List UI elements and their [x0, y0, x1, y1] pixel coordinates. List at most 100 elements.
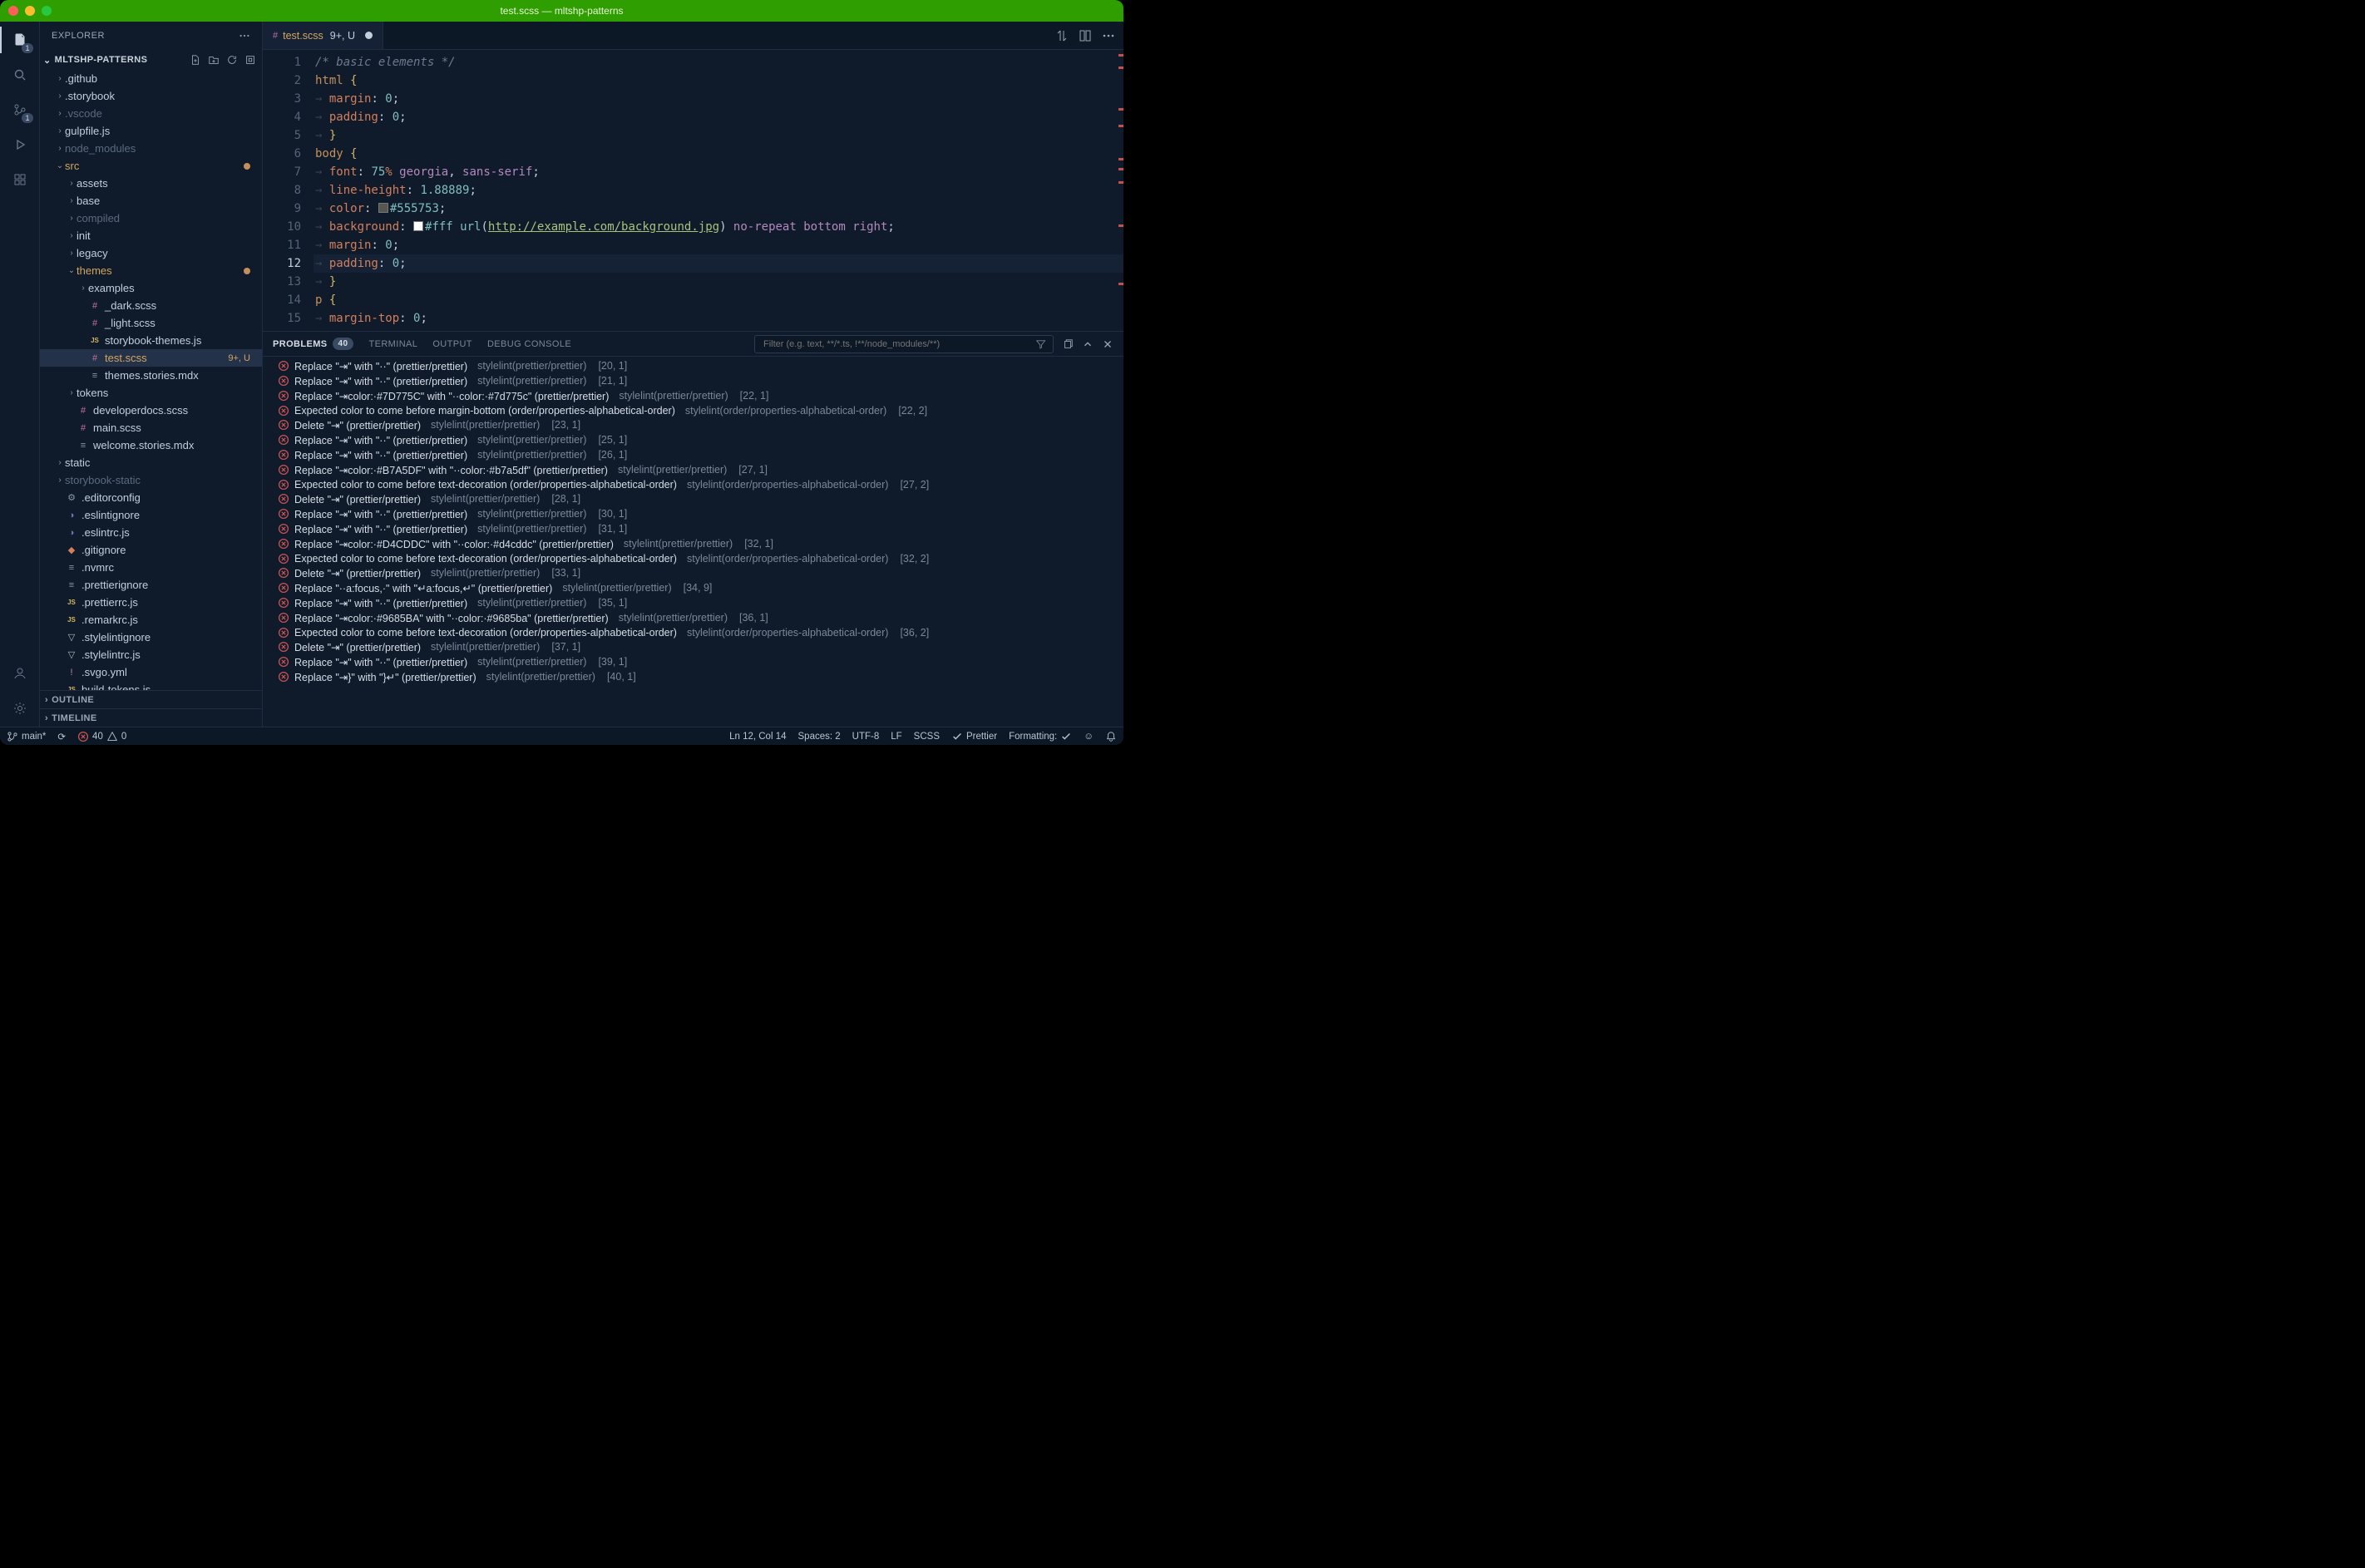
tree-folder[interactable]: ›gulpfile.js: [40, 122, 262, 140]
activity-accounts[interactable]: [8, 662, 32, 685]
status-sync[interactable]: ⟳: [57, 731, 66, 742]
tree-folder[interactable]: ›compiled: [40, 210, 262, 227]
status-formatting[interactable]: Formatting:: [1009, 731, 1072, 742]
code-line[interactable]: → margin-top: 0;: [314, 309, 1123, 328]
tree-file[interactable]: ≡welcome.stories.mdx: [40, 436, 262, 454]
ruler-error-mark[interactable]: [1118, 168, 1123, 170]
problem-row[interactable]: Expected color to come before text-decor…: [263, 477, 1123, 491]
overview-ruler[interactable]: [1117, 50, 1123, 331]
file-tree[interactable]: ›.github›.storybook›.vscode›gulpfile.js›…: [40, 70, 262, 690]
activity-scm[interactable]: 1: [8, 98, 32, 121]
tree-file[interactable]: #test.scss9+, U: [40, 349, 262, 367]
tree-file[interactable]: ◆.gitignore: [40, 541, 262, 559]
problems-list[interactable]: Replace "⇥" with "··" (prettier/prettier…: [263, 357, 1123, 727]
tree-file[interactable]: ◑.eslintignore: [40, 506, 262, 524]
tree-file[interactable]: #_dark.scss: [40, 297, 262, 314]
problem-row[interactable]: Replace "⇥" with "··" (prettier/prettier…: [263, 358, 1123, 373]
ruler-error-mark[interactable]: [1118, 108, 1123, 111]
ruler-error-mark[interactable]: [1118, 283, 1123, 285]
tree-folder[interactable]: ›node_modules: [40, 140, 262, 157]
activity-debug[interactable]: [8, 133, 32, 156]
problem-row[interactable]: Delete "⇥" (prettier/prettier)stylelint(…: [263, 491, 1123, 506]
problem-row[interactable]: Expected color to come before text-decor…: [263, 625, 1123, 639]
code-line[interactable]: p {: [314, 291, 1123, 309]
code-line[interactable]: → padding: 0;: [314, 254, 1123, 273]
tree-file[interactable]: JS.prettierrc.js: [40, 594, 262, 611]
tree-file[interactable]: #main.scss: [40, 419, 262, 436]
tree-file[interactable]: ▽.stylelintrc.js: [40, 646, 262, 663]
compare-changes-button[interactable]: [1055, 29, 1069, 42]
tree-file[interactable]: ≡themes.stories.mdx: [40, 367, 262, 384]
tree-file[interactable]: ⚙.editorconfig: [40, 489, 262, 506]
tree-folder[interactable]: ›static: [40, 454, 262, 471]
problem-row[interactable]: Replace "⇥" with "··" (prettier/prettier…: [263, 595, 1123, 610]
status-encoding[interactable]: UTF-8: [852, 732, 880, 742]
status-eol[interactable]: LF: [891, 732, 901, 742]
activity-settings[interactable]: [8, 697, 32, 720]
problem-row[interactable]: Replace "⇥" with "··" (prettier/prettier…: [263, 506, 1123, 521]
panel-tab-output[interactable]: OUTPUT: [432, 339, 472, 349]
problem-row[interactable]: Replace "⇥}" with "}↵" (prettier/prettie…: [263, 669, 1123, 684]
status-branch[interactable]: main*: [7, 731, 46, 742]
new-file-button[interactable]: [189, 53, 202, 67]
tree-file[interactable]: ≡.nvmrc: [40, 559, 262, 576]
ruler-error-mark[interactable]: [1118, 67, 1123, 69]
panel-copy-button[interactable]: [1062, 338, 1074, 350]
code-line[interactable]: → color: #555753;: [314, 200, 1123, 218]
activity-explorer[interactable]: 1: [8, 28, 32, 52]
status-notifications[interactable]: [1105, 731, 1117, 742]
status-language[interactable]: SCSS: [914, 732, 940, 742]
problem-row[interactable]: Replace "··a:focus,·" with "↵a:focus,↵" …: [263, 580, 1123, 595]
problem-row[interactable]: Expected color to come before margin-bot…: [263, 403, 1123, 417]
tab-more-button[interactable]: [1102, 29, 1115, 42]
code-editor[interactable]: 123456789101112131415 /* basic elements …: [263, 50, 1123, 331]
tree-file[interactable]: JSbuild-tokens.js: [40, 681, 262, 690]
problem-row[interactable]: Delete "⇥" (prettier/prettier)stylelint(…: [263, 417, 1123, 432]
tree-folder[interactable]: ›.storybook: [40, 87, 262, 105]
tree-file[interactable]: ◑.eslintrc.js: [40, 524, 262, 541]
problem-row[interactable]: Replace "⇥" with "··" (prettier/prettier…: [263, 432, 1123, 447]
problem-row[interactable]: Replace "⇥color:·#9685BA" with "··color:…: [263, 610, 1123, 625]
status-cursor[interactable]: Ln 12, Col 14: [729, 732, 786, 742]
problem-row[interactable]: Delete "⇥" (prettier/prettier)stylelint(…: [263, 639, 1123, 654]
problem-row[interactable]: Replace "⇥" with "··" (prettier/prettier…: [263, 373, 1123, 388]
panel-tab-problems[interactable]: PROBLEMS 40: [273, 338, 353, 350]
code-line[interactable]: → font: 75% georgia, sans-serif;: [314, 163, 1123, 181]
problem-row[interactable]: Replace "⇥color:·#D4CDDC" with "··color:…: [263, 536, 1123, 551]
problems-filter-input[interactable]: [762, 338, 1032, 350]
tree-file[interactable]: !.svgo.yml: [40, 663, 262, 681]
status-prettier[interactable]: Prettier: [951, 731, 997, 742]
tree-file[interactable]: JS.remarkrc.js: [40, 611, 262, 629]
tab-dirty-indicator[interactable]: [365, 32, 373, 39]
code-line[interactable]: /* basic elements */: [314, 53, 1123, 71]
code-line[interactable]: → }: [314, 273, 1123, 291]
tree-folder[interactable]: ›storybook-static: [40, 471, 262, 489]
tree-folder[interactable]: ›base: [40, 192, 262, 210]
problem-row[interactable]: Expected color to come before text-decor…: [263, 551, 1123, 565]
outline-section[interactable]: › OUTLINE: [40, 690, 262, 708]
tree-folder[interactable]: ⌄themes: [40, 262, 262, 279]
code-line[interactable]: body {: [314, 145, 1123, 163]
code-line[interactable]: → padding: 0;: [314, 108, 1123, 126]
project-header[interactable]: ⌄ MLTSHP-PATTERNS: [40, 50, 262, 70]
panel-tab-debug-console[interactable]: DEBUG CONSOLE: [487, 339, 571, 349]
ruler-error-mark[interactable]: [1118, 158, 1123, 160]
code-line[interactable]: → background: #fff url(http://example.co…: [314, 218, 1123, 236]
code-line[interactable]: → line-height: 1.88889;: [314, 181, 1123, 200]
tree-folder[interactable]: ›.github: [40, 70, 262, 87]
problem-row[interactable]: Replace "⇥color:·#B7A5DF" with "··color:…: [263, 462, 1123, 477]
new-folder-button[interactable]: [207, 53, 220, 67]
status-problems[interactable]: 40 0: [77, 731, 126, 742]
panel-close-button[interactable]: [1102, 338, 1113, 350]
problem-row[interactable]: Replace "⇥" with "··" (prettier/prettier…: [263, 521, 1123, 536]
problem-row[interactable]: Replace "⇥" with "··" (prettier/prettier…: [263, 447, 1123, 462]
code-line[interactable]: html {: [314, 71, 1123, 90]
activity-extensions[interactable]: [8, 168, 32, 191]
ruler-error-mark[interactable]: [1118, 54, 1123, 57]
collapse-all-button[interactable]: [244, 53, 257, 67]
code-line[interactable]: → }: [314, 126, 1123, 145]
panel-tab-terminal[interactable]: TERMINAL: [368, 339, 417, 349]
tree-file[interactable]: JSstorybook-themes.js: [40, 332, 262, 349]
status-spaces[interactable]: Spaces: 2: [798, 732, 841, 742]
ruler-error-mark[interactable]: [1118, 224, 1123, 227]
